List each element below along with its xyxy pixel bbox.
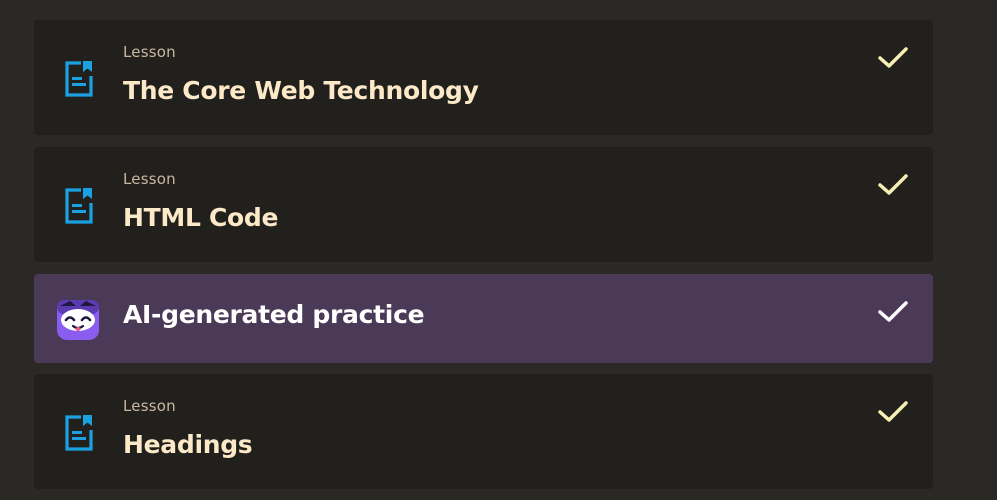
lesson-item-core-web-technology[interactable]: Lesson The Core Web Technology xyxy=(34,20,933,135)
item-type-label: Lesson xyxy=(123,43,176,61)
checkmark-icon xyxy=(878,301,908,322)
practice-item-ai-generated[interactable]: AI-generated practice xyxy=(34,274,933,363)
checkmark-icon xyxy=(878,174,908,195)
checkmark-icon xyxy=(878,401,908,422)
lesson-document-icon xyxy=(65,188,93,224)
lesson-document-icon xyxy=(65,415,93,451)
lesson-item-headings[interactable]: Lesson Headings xyxy=(34,374,933,489)
item-title: AI-generated practice xyxy=(123,300,425,329)
item-type-label: Lesson xyxy=(123,397,176,415)
lesson-item-html-code[interactable]: Lesson HTML Code xyxy=(34,147,933,262)
item-type-label: Lesson xyxy=(123,170,176,188)
item-title: HTML Code xyxy=(123,203,279,232)
item-title: The Core Web Technology xyxy=(123,76,479,105)
lesson-list: Lesson The Core Web Technology Lesson HT… xyxy=(0,0,997,500)
lesson-document-icon xyxy=(65,61,93,97)
item-title: Headings xyxy=(123,430,253,459)
ai-mascot-icon xyxy=(57,300,99,340)
checkmark-icon xyxy=(878,47,908,68)
